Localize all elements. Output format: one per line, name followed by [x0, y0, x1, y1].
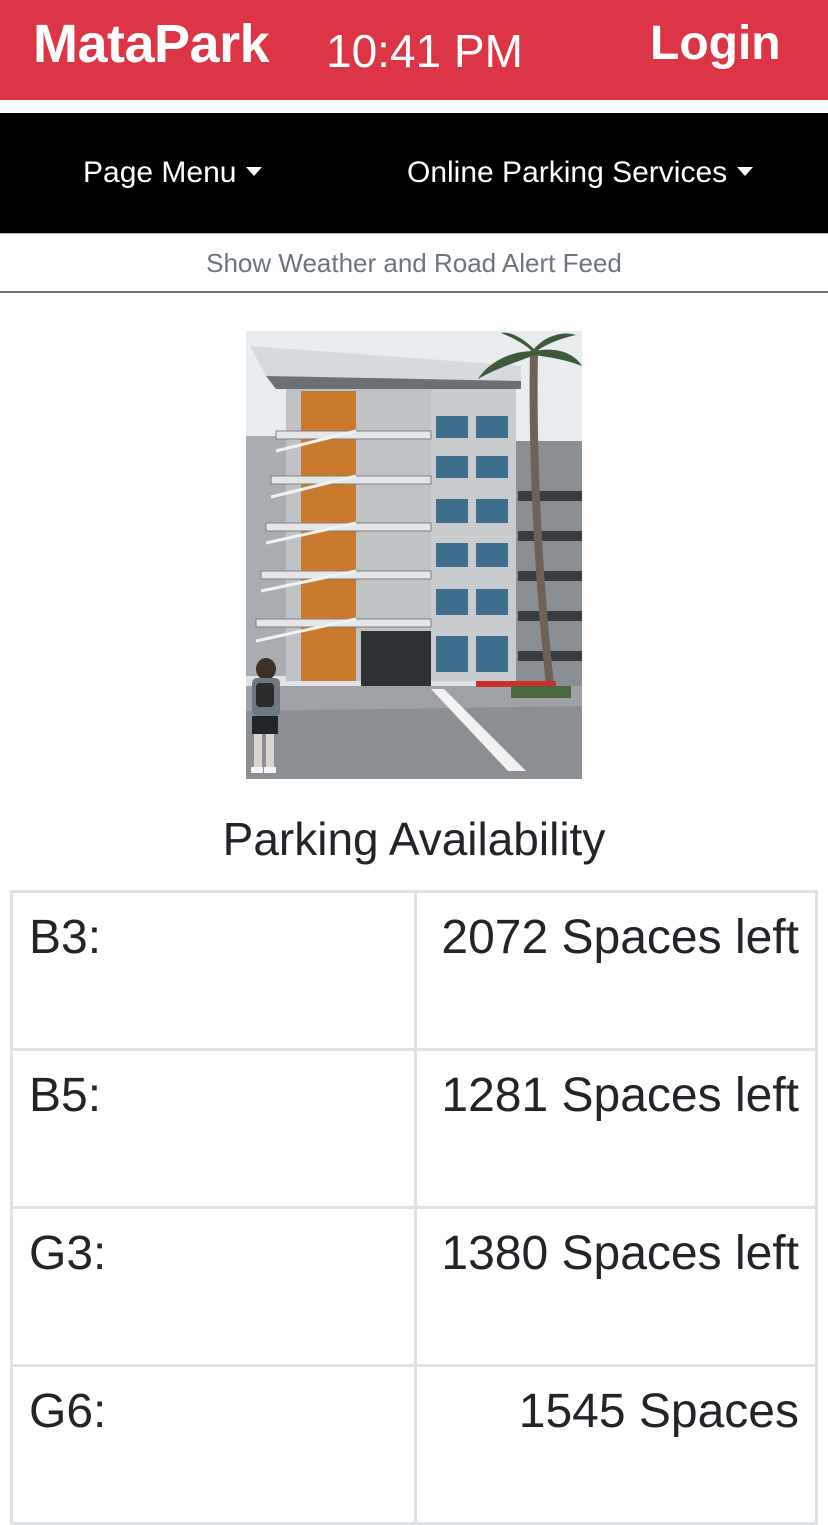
lot-name: G3: [10, 1206, 417, 1367]
login-button[interactable]: Login [650, 12, 781, 76]
parking-availability-title: Parking Availability [222, 813, 606, 865]
main-navbar: Page Menu Online Parking Services [0, 113, 828, 233]
spaces-left: 1281 Spaces left [414, 1048, 818, 1209]
table-row: B3: 2072 Spaces left [10, 890, 818, 1051]
brand-logo[interactable]: MataPark [33, 12, 270, 76]
table-row: G3: 1380 Spaces left [10, 1206, 818, 1367]
caret-down-icon [737, 166, 754, 176]
lot-name: B3: [10, 890, 417, 1051]
weather-alert-toggle[interactable]: Show Weather and Road Alert Feed [0, 233, 828, 293]
page-menu-dropdown[interactable]: Page Menu [83, 153, 263, 193]
table-row: B5: 1281 Spaces left [10, 1048, 818, 1209]
top-header: MataPark 10:41 PM Login [0, 0, 828, 100]
caret-down-icon [246, 166, 263, 176]
parking-structure-photo [246, 331, 582, 779]
spaces-left: 2072 Spaces left [414, 890, 818, 1051]
table-row: G6: 1545 Spaces [10, 1364, 818, 1525]
lot-name: B5: [10, 1048, 417, 1209]
lot-name: G6: [10, 1364, 417, 1525]
spaces-left: 1380 Spaces left [414, 1206, 818, 1367]
online-parking-services-dropdown[interactable]: Online Parking Services [407, 153, 754, 193]
clock-time: 10:41 PM [326, 25, 523, 77]
online-services-label: Online Parking Services [407, 156, 728, 189]
page-menu-label: Page Menu [83, 156, 237, 189]
parking-availability-table: B3: 2072 Spaces left B5: 1281 Spaces lef… [10, 890, 818, 1525]
spaces-left: 1545 Spaces [414, 1364, 818, 1525]
